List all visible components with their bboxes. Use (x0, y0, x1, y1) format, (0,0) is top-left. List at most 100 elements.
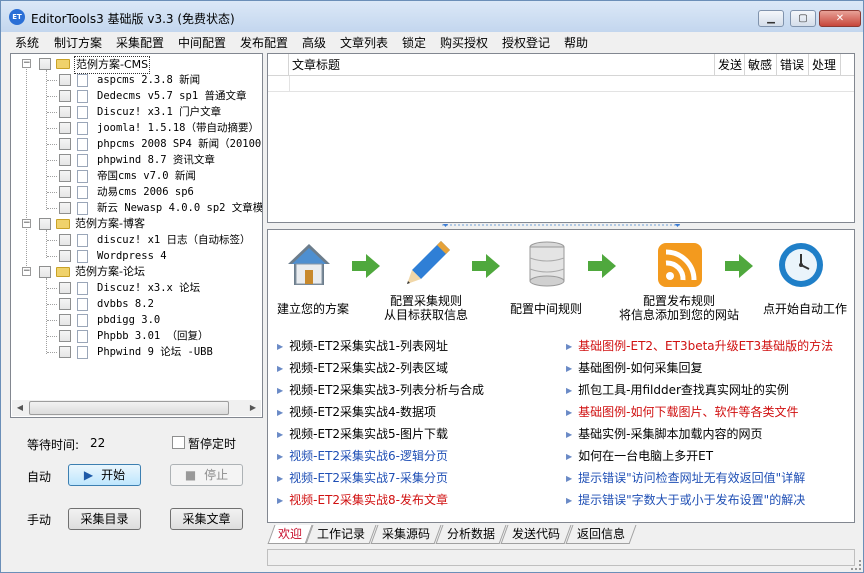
tree-checkbox[interactable] (59, 314, 71, 326)
tree-item[interactable]: Wordpress 4 (11, 248, 261, 264)
menu-help[interactable]: 帮助 (564, 34, 588, 51)
minimize-button[interactable]: ▁ (758, 10, 784, 27)
tree-checkbox[interactable] (59, 106, 71, 118)
menu-buy-license[interactable]: 购买授权 (440, 34, 488, 51)
tree-checkbox[interactable] (59, 250, 71, 262)
tutorial-link[interactable]: ▶ 基础图例-如何下载图片、软件等各类文件 (566, 403, 799, 420)
tree-checkbox[interactable] (59, 74, 71, 86)
tree-item[interactable]: Discuz! x3.1 门户文章 (11, 104, 261, 120)
grid-col-sent[interactable]: 发送 (715, 54, 745, 76)
collect-list-button[interactable]: 采集目录 (68, 508, 141, 530)
menu-collect-config[interactable]: 采集配置 (116, 34, 164, 51)
menu-middle-config[interactable]: 中间配置 (178, 34, 226, 51)
grid-col-index[interactable] (268, 54, 289, 76)
tutorial-link[interactable]: ▶ 如何在一台电脑上多开ET (566, 447, 713, 464)
menu-advanced[interactable]: 高级 (302, 34, 326, 51)
tab-collect-source[interactable]: 采集源码 (370, 525, 442, 544)
tree-checkbox[interactable] (59, 138, 71, 150)
tree-item[interactable]: aspcms 2.3.8 新闻 (11, 72, 261, 88)
tutorial-link[interactable]: ▶ 视频-ET2采集实战2-列表区域 (277, 359, 448, 376)
collapse-toggle-icon[interactable]: − (22, 59, 31, 68)
grid-col-sensitive[interactable]: 敏感 (745, 54, 777, 76)
tutorial-link[interactable]: ▶ 提示错误"字数大于或小于发布设置"的解决 (566, 491, 805, 508)
tree-horizontal-scrollbar[interactable]: ◀ ▶ (12, 400, 261, 416)
database-icon[interactable] (522, 239, 572, 289)
tab-send-code[interactable]: 发送代码 (500, 525, 572, 544)
tab-welcome[interactable]: 欢迎 (267, 525, 313, 544)
menu-system[interactable]: 系统 (15, 34, 39, 51)
tree-checkbox[interactable] (39, 266, 51, 278)
tree-item[interactable]: pbdigg 3.0 (11, 312, 261, 328)
tutorial-link[interactable]: ▶ 基础图例-如何采集回复 (566, 359, 703, 376)
tutorial-link[interactable]: ▶ 视频-ET2采集实战4-数据项 (277, 403, 436, 420)
maximize-button[interactable]: ▢ (790, 10, 816, 27)
tree-group-cms[interactable]: − 范例方案-CMS (11, 56, 261, 74)
tutorial-link[interactable]: ▶ 视频-ET2采集实战1-列表网址 (277, 337, 448, 354)
tree-checkbox[interactable] (59, 154, 71, 166)
tree-item[interactable]: 帝国cms v7.0 新闻 (11, 168, 261, 184)
tree-item[interactable]: Phpbb 3.01 （回复） (11, 328, 261, 344)
tree-item[interactable]: Dedecms v5.7 sp1 普通文章 (11, 88, 261, 104)
tree-checkbox[interactable] (59, 122, 71, 134)
tree-checkbox[interactable] (59, 186, 71, 198)
tree-checkbox[interactable] (59, 298, 71, 310)
tab-analyze-data[interactable]: 分析数据 (435, 525, 507, 544)
tree-item[interactable]: Phpwind 9 论坛 -UBB (11, 344, 261, 360)
menu-create-scheme[interactable]: 制订方案 (54, 34, 102, 51)
grid-col-title[interactable]: 文章标题 (289, 54, 715, 76)
menu-publish-config[interactable]: 发布配置 (240, 34, 288, 51)
tree-checkbox[interactable] (59, 90, 71, 102)
rss-icon[interactable] (655, 240, 705, 290)
pause-timer-checkbox[interactable] (172, 436, 185, 449)
tutorial-link[interactable]: ▶ 抓包工具-用fildder查找真实网址的实例 (566, 381, 789, 398)
tree-checkbox[interactable] (59, 202, 71, 214)
tutorial-link[interactable]: ▶ 基础实例-采集脚本加载内容的网页 (566, 425, 763, 442)
grid-col-process[interactable]: 处理 (809, 54, 841, 76)
tutorial-link[interactable]: ▶ 视频-ET2采集实战3-列表分析与合成 (277, 381, 484, 398)
scroll-thumb[interactable] (29, 401, 229, 415)
tree-checkbox[interactable] (59, 234, 71, 246)
tree-item[interactable]: 动易cms 2006 sp6 (11, 184, 261, 200)
tab-work-log[interactable]: 工作记录 (305, 525, 377, 544)
tree-item[interactable]: phpwind 8.7 资讯文章 (11, 152, 261, 168)
tree-checkbox[interactable] (39, 58, 51, 70)
pencil-icon[interactable] (403, 238, 453, 288)
tree-group-forum[interactable]: − 范例方案-论坛 (11, 264, 261, 280)
tab-return-info[interactable]: 返回信息 (565, 525, 637, 544)
tree-checkbox[interactable] (59, 282, 71, 294)
tree-item[interactable]: 新云 Newasp 4.0.0 sp2 文章模 (11, 200, 262, 216)
menu-license-register[interactable]: 授权登记 (502, 34, 550, 51)
article-list-grid[interactable]: 文章标题 发送 敏感 错误 处理 (267, 53, 855, 223)
collapse-toggle-icon[interactable]: − (22, 267, 31, 276)
tree-checkbox[interactable] (59, 170, 71, 182)
resize-grip-icon[interactable] (851, 560, 861, 570)
stop-button[interactable]: ■ 停止 (170, 464, 243, 486)
table-row[interactable] (268, 76, 854, 92)
home-icon[interactable] (284, 240, 334, 290)
collect-article-button[interactable]: 采集文章 (170, 508, 243, 530)
scroll-left-icon[interactable]: ◀ (12, 400, 28, 416)
tree-checkbox[interactable] (39, 218, 51, 230)
tree-item[interactable]: discuz! x1 日志（自动标签） (11, 232, 261, 248)
tutorial-link[interactable]: ▶ 视频-ET2采集实战7-采集分页 (277, 469, 448, 486)
tutorial-link[interactable]: ▶ 视频-ET2采集实战6-逻辑分页 (277, 447, 448, 464)
clock-icon[interactable] (776, 240, 826, 290)
scheme-tree[interactable]: − 范例方案-CMS aspcms 2.3.8 新闻 Dedecms v5.7 … (10, 53, 263, 418)
tree-checkbox[interactable] (59, 330, 71, 342)
menu-article-list[interactable]: 文章列表 (340, 34, 388, 51)
tree-item[interactable]: dvbbs 8.2 (11, 296, 261, 312)
grid-col-error[interactable]: 错误 (777, 54, 809, 76)
tree-item[interactable]: Discuz! x3.x 论坛 (11, 280, 261, 296)
splitter-handle[interactable] (442, 223, 682, 228)
tutorial-link[interactable]: ▶ 提示错误"访问检查网址无有效返回值"详解 (566, 469, 805, 486)
tutorial-link[interactable]: ▶ 视频-ET2采集实战8-发布文章 (277, 491, 448, 508)
close-button[interactable]: ✕ (819, 10, 861, 27)
tutorial-link[interactable]: ▶ 视频-ET2采集实战5-图片下载 (277, 425, 448, 442)
scroll-right-icon[interactable]: ▶ (245, 400, 261, 416)
tutorial-link[interactable]: ▶ 基础图例-ET2、ET3beta升级ET3基础版的方法 (566, 337, 833, 354)
tree-checkbox[interactable] (59, 346, 71, 358)
menu-lock[interactable]: 锁定 (402, 34, 426, 51)
tree-item[interactable]: phpcms 2008 SP4 新闻（20100 (11, 136, 261, 152)
start-button[interactable]: ▶ 开始 (68, 464, 141, 486)
collapse-toggle-icon[interactable]: − (22, 219, 31, 228)
